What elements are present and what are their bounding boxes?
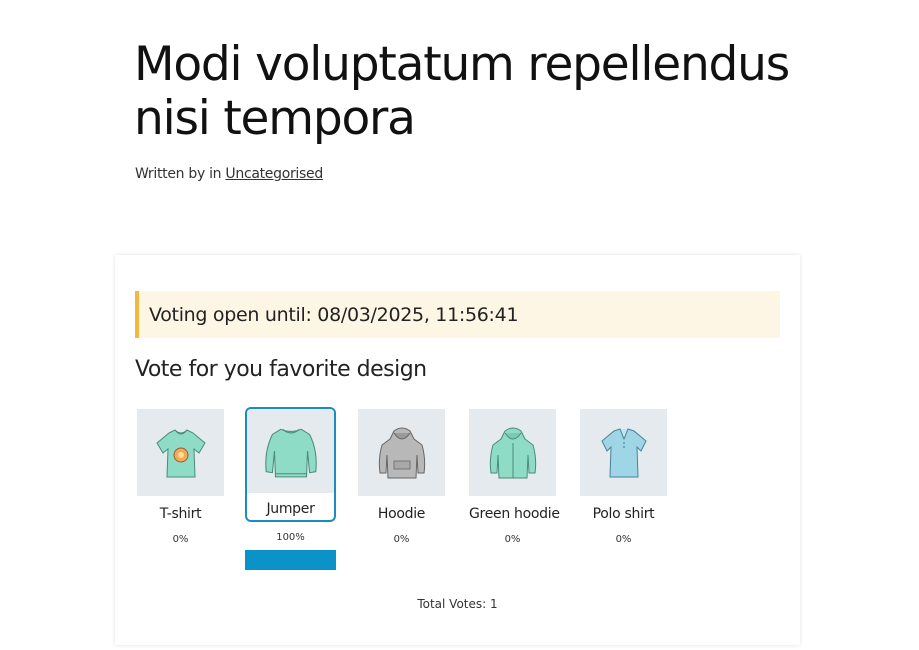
hoodie-icon <box>378 427 425 478</box>
selected-option-frame[interactable]: Jumper <box>245 407 336 522</box>
poll-option-polo-shirt[interactable]: Polo shirt 0% <box>580 409 667 545</box>
option-percent: 0% <box>615 534 632 545</box>
result-bar-jumper <box>245 550 336 570</box>
post-title: Modi voluptatum repellendus nisi tempora <box>134 37 790 146</box>
total-votes: Total Votes: 1 <box>417 597 498 611</box>
tshirt-image[interactable] <box>137 409 224 496</box>
byline-prefix: Written by in <box>135 166 226 182</box>
option-label: Hoodie <box>377 506 426 522</box>
polo-shirt-icon <box>600 427 647 477</box>
jumper-image[interactable] <box>247 409 334 493</box>
poll-option-tshirt[interactable]: T-shirt 0% <box>137 409 224 545</box>
category-link[interactable]: Uncategorised <box>225 166 323 182</box>
option-label: Jumper <box>266 501 315 517</box>
option-percent: 100% <box>276 532 305 543</box>
poll-option-green-hoodie[interactable]: Green hoodie 0% <box>469 409 560 545</box>
poll-option-jumper[interactable]: Jumper 100% <box>245 407 336 543</box>
post-byline: Written by in Uncategorised <box>135 166 323 182</box>
poll-option-hoodie[interactable]: Hoodie 0% <box>358 409 445 545</box>
green-hoodie-icon <box>489 427 536 478</box>
option-percent: 0% <box>504 534 521 545</box>
option-label: Polo shirt <box>592 506 655 522</box>
polo-shirt-image[interactable] <box>580 409 667 496</box>
jumper-icon <box>264 428 317 478</box>
poll-options: T-shirt 0% Jumper 100% Hoodie 0% Green h… <box>115 255 800 645</box>
tshirt-icon <box>155 428 206 477</box>
option-label: Green hoodie <box>469 506 560 522</box>
hoodie-image[interactable] <box>358 409 445 496</box>
option-percent: 0% <box>393 534 410 545</box>
option-label: T-shirt <box>159 506 202 522</box>
option-percent: 0% <box>172 534 189 545</box>
poll-card: Voting open until: 08/03/2025, 11:56:41 … <box>115 255 800 645</box>
green-hoodie-image[interactable] <box>469 409 556 496</box>
